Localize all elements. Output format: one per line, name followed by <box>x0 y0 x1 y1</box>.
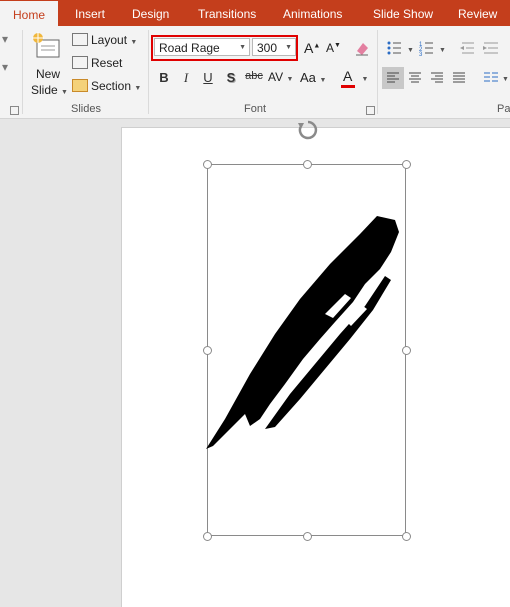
font-color-label: A <box>343 68 352 84</box>
italic-button[interactable]: I <box>178 70 194 86</box>
group-separator <box>377 30 378 114</box>
decrease-font-size-button[interactable]: A▼ <box>326 41 341 55</box>
change-case-button[interactable]: Aa ▼ <box>300 70 326 85</box>
shadow-button[interactable]: S <box>223 70 239 85</box>
underline-button[interactable]: U <box>200 70 216 85</box>
bullets-icon <box>387 41 401 55</box>
new-slide-label: New <box>36 67 61 81</box>
tab-design[interactable]: Design <box>132 0 169 26</box>
change-case-label: Aa <box>300 70 316 85</box>
resize-handle[interactable] <box>203 346 212 355</box>
svg-text:3: 3 <box>419 52 423 56</box>
tab-slide-show[interactable]: Slide Show <box>373 0 433 26</box>
increase-font-size-button[interactable]: A▲ <box>304 40 320 56</box>
reset-button[interactable]: Reset <box>72 56 122 70</box>
character-spacing-label: AV <box>268 70 284 84</box>
dialog-launcher-icon[interactable] <box>10 106 19 115</box>
resize-handle[interactable] <box>402 532 411 541</box>
align-right-icon <box>431 72 443 83</box>
increase-indent-icon <box>483 42 498 54</box>
slide-editor-canvas <box>0 119 510 607</box>
group-separator <box>148 30 149 114</box>
clear-formatting-icon[interactable] <box>354 40 370 56</box>
columns-icon <box>484 72 498 82</box>
numbering-icon: 1 2 3 <box>419 42 433 56</box>
justify-icon <box>453 72 465 83</box>
decrease-indent-icon <box>460 42 474 54</box>
tab-home[interactable]: Home <box>0 1 58 26</box>
slides-group-label: Slides <box>71 103 101 115</box>
resize-handle[interactable] <box>303 160 312 169</box>
align-center-icon <box>409 72 421 83</box>
bold-button[interactable]: B <box>156 70 172 85</box>
rotate-handle-icon[interactable] <box>297 119 319 141</box>
resize-handle[interactable] <box>203 532 212 541</box>
tab-animations[interactable]: Animations <box>283 0 342 26</box>
font-group-label: Font <box>244 103 267 115</box>
dialog-launcher-icon[interactable] <box>366 106 375 115</box>
tab-review[interactable]: Review <box>458 0 497 26</box>
reset-icon <box>72 56 88 69</box>
tab-insert[interactable]: Insert <box>75 0 105 26</box>
svg-text:▼: ▼ <box>439 47 446 54</box>
new-slide-icon <box>32 32 60 58</box>
resize-handle[interactable] <box>402 346 411 355</box>
layout-icon <box>72 33 88 46</box>
group-separator <box>22 30 23 114</box>
font-highlight-outline <box>151 35 298 61</box>
layout-button[interactable]: Layout ▼ <box>72 33 137 47</box>
ribbon-tab-bar: Home Insert Design Transitions Animation… <box>0 0 510 26</box>
align-left-button[interactable] <box>382 67 404 89</box>
svg-text:▼: ▼ <box>502 76 509 83</box>
clipboard-fragment-icon[interactable]: ▾ <box>2 60 8 74</box>
resize-handle[interactable] <box>303 532 312 541</box>
font-color-bar <box>341 85 355 88</box>
align-left-icon <box>387 72 399 83</box>
section-icon <box>72 79 88 92</box>
paragraph-top-row: ▼ 1 2 3 ▼ <box>387 41 498 56</box>
section-button[interactable]: Section ▼ <box>72 79 141 93</box>
brush-stroke-glyph[interactable] <box>205 214 405 454</box>
strikethrough-button[interactable]: abc <box>244 70 264 82</box>
new-slide-label-line2: Slide ▼ <box>31 83 68 97</box>
clipboard-fragment-icon[interactable]: ▾ <box>2 32 8 46</box>
character-spacing-button[interactable]: AV ▼ <box>268 70 293 84</box>
font-color-button[interactable]: A ▼ <box>341 68 368 88</box>
tab-transitions[interactable]: Transitions <box>198 0 256 26</box>
paragraph-bottom-row: ▼ <box>409 72 509 83</box>
paragraph-group-label: Pa <box>497 103 510 115</box>
resize-handle[interactable] <box>402 160 411 169</box>
svg-text:▼: ▼ <box>407 47 414 54</box>
resize-handle[interactable] <box>203 160 212 169</box>
